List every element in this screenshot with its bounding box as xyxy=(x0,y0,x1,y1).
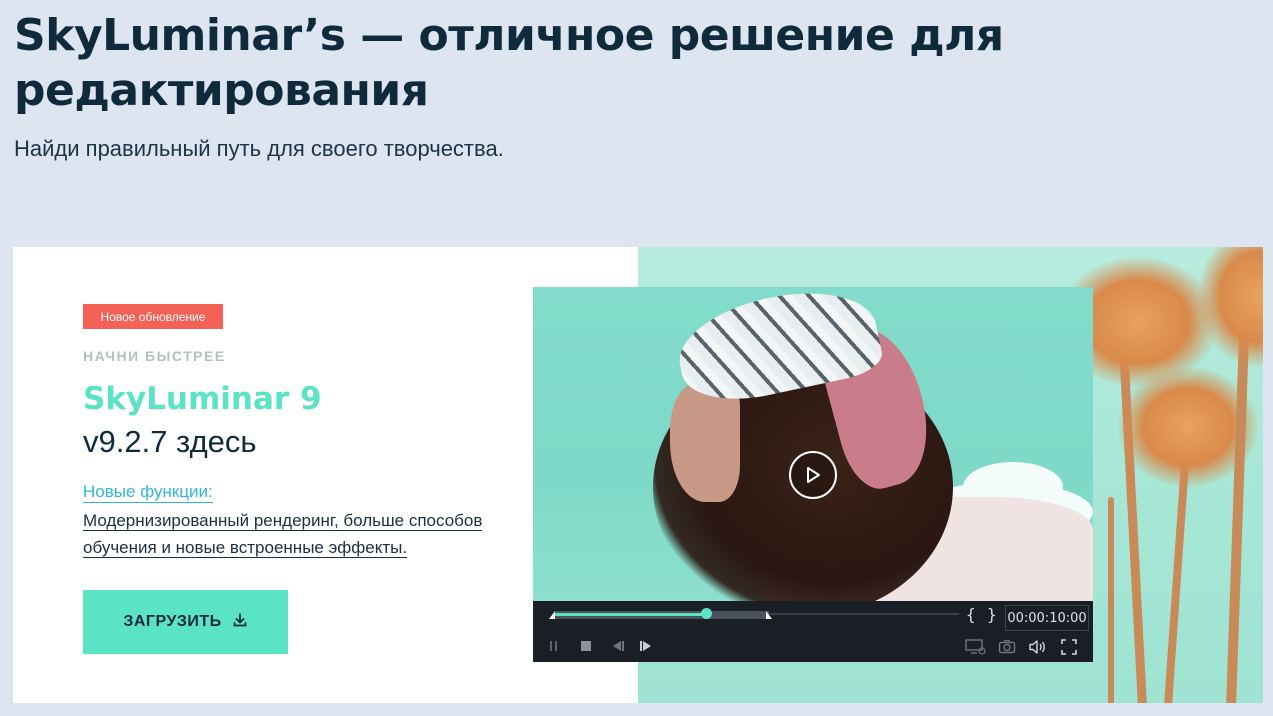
new-features-link[interactable]: Новые функции: xyxy=(83,481,213,503)
fullscreen-icon[interactable] xyxy=(1061,639,1077,660)
step-forward-icon[interactable] xyxy=(639,639,655,658)
promo-card: Новое обновление НАЧНИ БЫСТРЕЕ SkyLumina… xyxy=(13,247,1263,703)
download-button-label: ЗАГРУЗИТЬ xyxy=(123,613,222,630)
mark-in-button[interactable]: { xyxy=(966,605,976,624)
video-frame[interactable] xyxy=(533,287,1093,601)
new-update-badge: Новое обновление xyxy=(83,304,223,329)
download-button[interactable]: ЗАГРУЗИТЬ xyxy=(83,590,288,654)
features-description-text[interactable]: Модернизированный рендеринг, больше спос… xyxy=(83,511,483,558)
eyebrow-text: НАЧНИ БЫСТРЕЕ xyxy=(83,348,226,364)
timecode-display: 00:00:10:00 xyxy=(1005,605,1089,631)
play-icon[interactable] xyxy=(789,451,837,499)
pause-icon[interactable] xyxy=(548,639,560,658)
page-headline: SkyLuminar’s — отличное решение для реда… xyxy=(14,10,1004,116)
snapshot-icon[interactable] xyxy=(998,639,1016,660)
video-player[interactable]: { } 00:00:10:00 xyxy=(533,287,1093,662)
in-point-marker[interactable] xyxy=(549,611,555,619)
features-description[interactable]: Модернизированный рендеринг, больше спос… xyxy=(83,507,523,561)
out-point-marker[interactable] xyxy=(766,611,772,619)
step-back-icon[interactable] xyxy=(609,639,625,658)
player-controls: { } 00:00:10:00 xyxy=(533,601,1093,662)
page-subheadline: Найди правильный путь для своего творчес… xyxy=(14,136,504,161)
download-icon xyxy=(232,612,248,633)
screen-settings-icon[interactable] xyxy=(965,639,987,660)
timeline-scrubber[interactable] xyxy=(701,608,712,619)
version-line: v9.2.7 здесь xyxy=(83,424,257,459)
timeline-progress xyxy=(555,613,707,616)
volume-icon[interactable] xyxy=(1028,639,1048,660)
product-name: SkyLuminar 9 xyxy=(83,381,322,417)
mark-out-button[interactable]: } xyxy=(987,605,997,624)
stop-icon[interactable] xyxy=(579,639,593,658)
